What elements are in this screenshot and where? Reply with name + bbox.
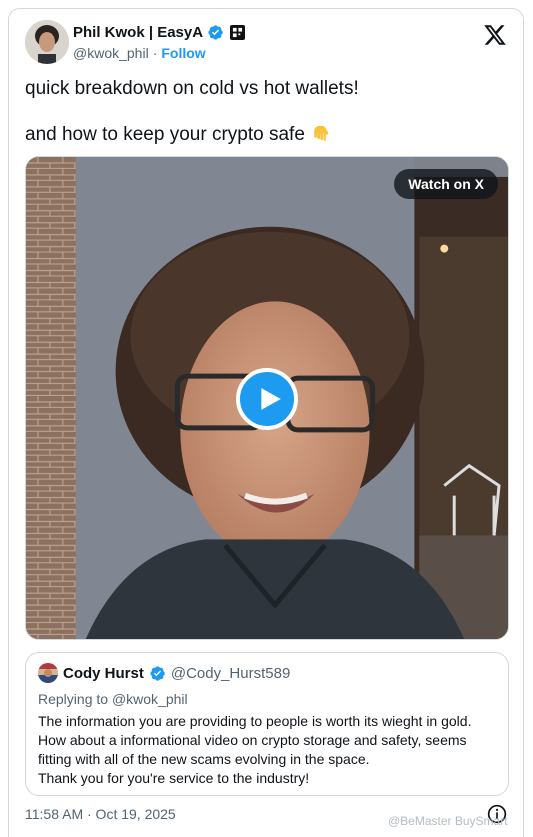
replying-to-prefix: Replying to: [38, 691, 109, 707]
quoted-body-line: The information you are providing to peo…: [38, 713, 472, 729]
author-name[interactable]: Phil Kwok | EasyA: [73, 24, 203, 41]
quoted-author-name[interactable]: Cody Hurst: [63, 665, 144, 682]
quoted-author-handle[interactable]: @Cody_Hurst589: [171, 665, 290, 682]
verified-badge-icon: [208, 25, 223, 40]
replying-to-line: Replying to @kwok_phil: [38, 691, 496, 707]
play-button[interactable]: [236, 368, 298, 430]
author-avatar[interactable]: [25, 20, 69, 64]
tweet-text: quick breakdown on cold vs hot wallets! …: [25, 77, 505, 146]
play-icon: [261, 388, 281, 410]
tweet-line-1: quick breakdown on cold vs hot wallets!: [25, 78, 359, 99]
verified-badge-icon: [150, 665, 165, 681]
tweet-line-2-wrap: and how to keep your crypto safe: [25, 123, 505, 146]
quoted-tweet-header: Cody Hurst @Cody_Hurst589: [38, 663, 496, 683]
author-name-row: Phil Kwok | EasyA: [73, 24, 246, 41]
quoted-tweet-body: The information you are providing to peo…: [38, 712, 496, 788]
watch-on-x-button[interactable]: Watch on X: [394, 169, 498, 199]
quoted-tweet[interactable]: Cody Hurst @Cody_Hurst589 Replying to @k…: [25, 652, 509, 796]
quoted-body-line: fitting with all of the new scams evolvi…: [38, 751, 370, 767]
tweet-card: Phil Kwok | EasyA @kwok_phil · Follow qu…: [8, 8, 524, 837]
follow-button[interactable]: Follow: [161, 45, 205, 61]
affiliation-logo-icon[interactable]: [230, 25, 246, 40]
tweet-line-2: and how to keep your crypto safe: [25, 124, 305, 145]
video-player[interactable]: Watch on X: [25, 156, 509, 640]
tweet-timestamp[interactable]: 11:58 AM · Oct 19, 2025: [25, 806, 176, 822]
watermark-text: @BeMaster BuySmart: [388, 814, 508, 828]
replying-to-handle[interactable]: @kwok_phil: [112, 691, 188, 707]
x-logo-icon[interactable]: [483, 23, 507, 47]
pointing-down-hand-icon: [314, 125, 329, 142]
author-handle-row: @kwok_phil · Follow: [73, 45, 206, 61]
quoted-author-avatar[interactable]: [38, 663, 58, 683]
quoted-body-line: Thank you for you're service to the indu…: [38, 770, 310, 786]
quoted-body-line: How about a informational video on crypt…: [38, 732, 467, 748]
author-handle[interactable]: @kwok_phil: [73, 45, 149, 61]
separator-dot: ·: [152, 45, 158, 61]
